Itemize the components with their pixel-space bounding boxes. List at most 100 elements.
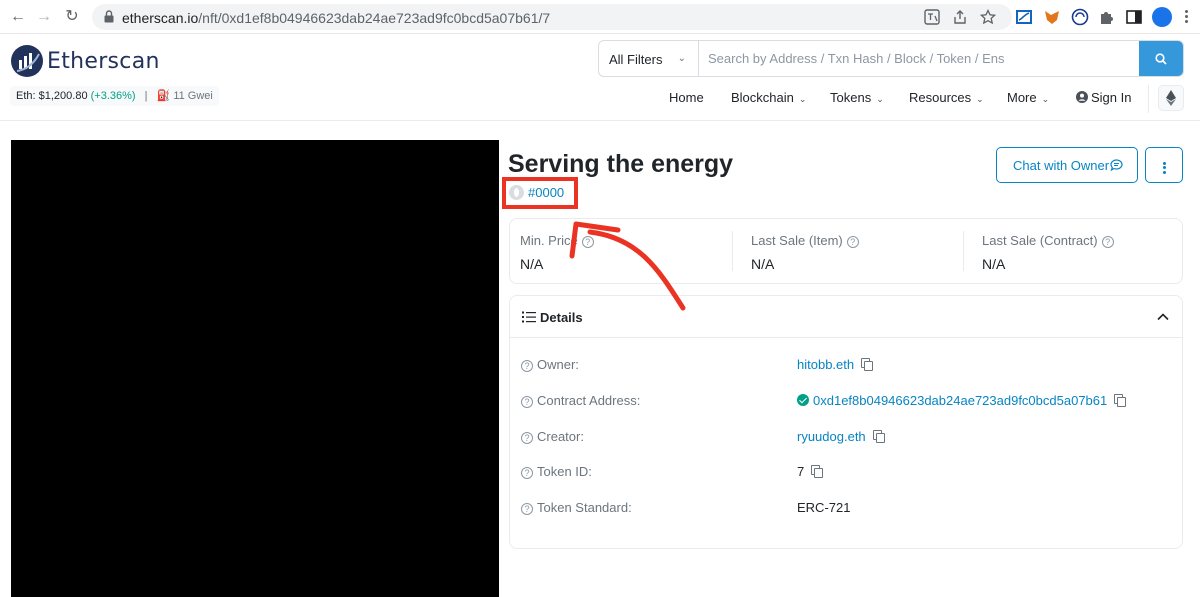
last-sale-item-label: Last Sale (Item)? <box>751 233 859 248</box>
reload-icon[interactable]: ↻ <box>62 7 82 27</box>
bookmark-star-icon[interactable] <box>980 9 996 25</box>
url-path: /nft/0xd1ef8b04946623dab24ae723ad9fc0bcd… <box>198 10 551 26</box>
list-icon <box>522 311 536 323</box>
chat-with-owner-button[interactable]: Chat with Owner <box>996 147 1138 183</box>
gas-price[interactable]: 11 Gwei <box>173 90 213 102</box>
column-divider <box>732 231 733 271</box>
question-circle-icon[interactable]: ? <box>1101 236 1114 248</box>
eth-price-change: (+3.36%) <box>90 90 136 102</box>
token-standard-label: ? Token Standard: <box>521 500 632 515</box>
chat-button-label: Chat with Owner <box>1013 158 1110 173</box>
extension-square-icon[interactable] <box>1015 8 1033 26</box>
url-host: etherscan.io <box>122 10 199 26</box>
owner-label: ? Owner: <box>521 357 579 372</box>
chevron-down-icon: ⌄ <box>876 94 884 104</box>
eth-price-ticker: Eth: $1,200.80 (+3.36%) | ⛽ 11 Gwei <box>10 86 219 106</box>
puzzle-extensions-icon[interactable] <box>1098 8 1116 26</box>
question-circle-icon[interactable]: ? <box>521 467 533 479</box>
detail-row-contract: ? Contract Address: 0xd1ef8b04946623dab24… <box>510 393 1182 413</box>
nft-image[interactable] <box>11 140 499 597</box>
chevron-up-icon[interactable] <box>1156 310 1170 324</box>
last-sale-contract-value: N/A <box>982 256 1006 272</box>
more-options-button[interactable] <box>1145 147 1183 183</box>
owner-value: hitobb.eth <box>797 357 874 372</box>
back-arrow-icon[interactable]: ← <box>8 7 28 27</box>
min-price-value: N/A <box>520 256 544 272</box>
network-switch-button[interactable] <box>1158 85 1184 111</box>
search-input[interactable] <box>699 41 1139 76</box>
question-circle-icon[interactable]: ? <box>846 236 859 248</box>
owner-link[interactable]: hitobb.eth <box>797 357 854 372</box>
gas-pump-icon: ⛽ <box>156 90 171 102</box>
browser-menu-icon[interactable] <box>1184 8 1188 26</box>
copy-icon[interactable] <box>861 358 874 371</box>
nav-more[interactable]: More ⌄ <box>1007 90 1049 105</box>
nav-blockchain-label: Blockchain <box>731 90 794 105</box>
nav-resources[interactable]: Resources ⌄ <box>909 90 984 105</box>
last-sale-contract-label: Last Sale (Contract)? <box>982 233 1114 248</box>
copy-icon[interactable] <box>811 465 824 478</box>
question-circle-icon[interactable]: ? <box>521 432 533 444</box>
detail-row-owner: ? Owner: hitobb.eth <box>510 357 1182 377</box>
last-sale-contract-column: Last Sale (Contract)? N/A <box>972 219 1182 283</box>
nav-more-label: More <box>1007 90 1037 105</box>
nav-resources-label: Resources <box>909 90 972 105</box>
token-id-text: 7 <box>797 464 805 479</box>
ethereum-icon <box>1166 90 1176 106</box>
detail-row-token-id: ? Token ID: 7 <box>510 464 1182 484</box>
search-icon <box>1155 53 1167 65</box>
nav-tokens-label: Tokens <box>830 90 872 105</box>
browser-toolbar: ← → ↻ etherscan.io/nft/0xd1ef8b04946623d… <box>0 0 1200 34</box>
question-circle-icon[interactable]: ? <box>521 360 533 372</box>
translate-icon[interactable] <box>924 9 940 25</box>
search-button[interactable] <box>1139 41 1183 76</box>
contract-address-label: ? Contract Address: <box>521 393 640 408</box>
copy-icon[interactable] <box>1114 394 1127 407</box>
forward-arrow-icon[interactable]: → <box>34 7 54 27</box>
nav-blockchain[interactable]: Blockchain ⌄ <box>731 90 806 105</box>
profile-avatar[interactable] <box>1152 7 1172 27</box>
question-circle-icon[interactable]: ? <box>521 503 533 515</box>
token-id-value: 7 <box>797 464 824 479</box>
chat-bubble-icon <box>1110 159 1123 171</box>
question-circle-icon[interactable]: ? <box>521 396 533 408</box>
verified-check-icon <box>797 394 809 406</box>
details-card: Details ? Owner: hitobb.eth ? Contract Add… <box>509 295 1183 549</box>
eth-price: Eth: $1,200.80 <box>16 90 88 102</box>
chevron-down-icon: ⌄ <box>798 94 807 104</box>
etherscan-logo[interactable]: Etherscan <box>11 45 159 77</box>
user-circle-icon <box>1076 91 1088 103</box>
url-text: etherscan.io/nft/0xd1ef8b04946623dab24ae… <box>122 10 550 26</box>
copy-icon[interactable] <box>872 430 885 443</box>
search-filter-dropdown[interactable]: All Filters ⌄ <box>599 41 699 76</box>
extension-globe-icon[interactable] <box>1071 8 1089 26</box>
nav-sign-in[interactable]: Sign In <box>1076 90 1131 105</box>
share-icon[interactable] <box>952 9 968 25</box>
token-standard-value: ERC-721 <box>797 500 851 515</box>
creator-label: ? Creator: <box>521 429 584 444</box>
creator-link[interactable]: ryuudog.eth <box>797 429 866 444</box>
detail-row-token-standard: ? Token Standard: ERC-721 <box>510 500 1182 520</box>
header-divider <box>0 120 1200 121</box>
nav-home[interactable]: Home <box>669 90 704 105</box>
detail-row-creator: ? Creator: ryuudog.eth <box>510 429 1182 449</box>
token-id-label: ? Token ID: <box>521 464 592 479</box>
last-sale-item-column: Last Sale (Item)? N/A <box>741 219 963 283</box>
nft-title: Serving the energy <box>508 150 734 178</box>
search-bar: All Filters ⌄ <box>598 40 1184 77</box>
nav-tokens[interactable]: Tokens ⌄ <box>830 90 884 105</box>
address-bar[interactable]: etherscan.io/nft/0xd1ef8b04946623dab24ae… <box>92 4 1012 30</box>
sign-in-label: Sign In <box>1091 90 1132 105</box>
contract-address-value: 0xd1ef8b04946623dab24ae723ad9fc0bcd5a07b… <box>797 393 1127 408</box>
chevron-down-icon: ⌄ <box>1041 94 1050 104</box>
chevron-down-icon: ⌄ <box>677 53 686 64</box>
contract-address-link[interactable]: 0xd1ef8b04946623dab24ae723ad9fc0bcd5a07b… <box>813 393 1107 408</box>
vertical-dots-icon <box>1146 148 1182 174</box>
side-panel-icon[interactable] <box>1125 8 1143 26</box>
metamask-fox-icon[interactable] <box>1043 8 1061 26</box>
nav-divider <box>1148 85 1149 113</box>
logo-text: Etherscan <box>47 49 160 74</box>
annotation-arrow-icon <box>569 221 686 311</box>
etherscan-logo-mark-icon <box>11 45 43 77</box>
chevron-down-icon: ⌄ <box>976 94 984 104</box>
